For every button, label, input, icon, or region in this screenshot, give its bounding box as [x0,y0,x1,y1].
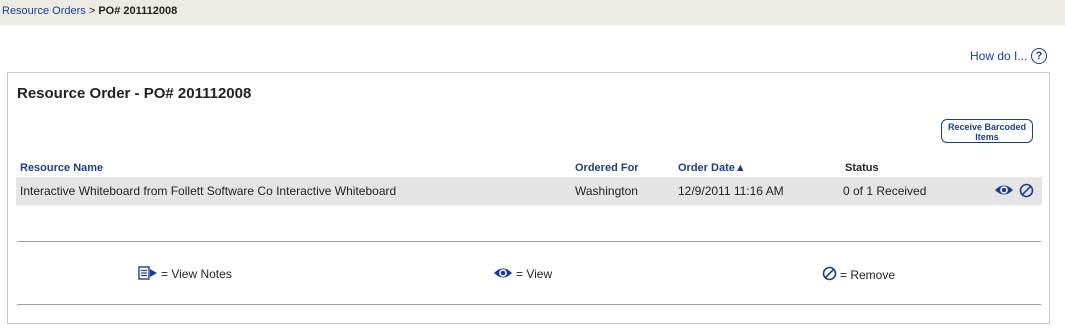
column-header-order-date[interactable]: Order Date▲ [678,162,746,174]
breadcrumb: Resource Orders > PO# 201112008 [2,5,177,17]
legend-view-notes-label: = View Notes [161,267,232,281]
cell-resource-name: Interactive Whiteboard from Follett Soft… [20,184,397,198]
order-date-header-label: Order Date [678,162,735,174]
legend-view-label: = View [516,267,553,281]
cell-status: 0 of 1 Received [843,184,927,198]
how-do-i-link[interactable]: How do I... [970,49,1027,63]
view-icon[interactable] [994,183,1014,202]
remove-icon [822,266,837,281]
receive-button-label-line1: Receive Barcoded [947,122,1027,132]
page-title: Resource Order - PO# 201112008 [17,85,252,102]
divider-top [17,241,1041,242]
sort-ascending-icon: ▲ [734,162,746,174]
breadcrumb-separator: > [88,5,96,17]
legend-remove-label: = Remove [840,268,896,282]
column-header-ordered-for[interactable]: Ordered For [575,162,639,174]
cell-ordered-for: Washington [575,184,638,198]
column-header-resource-name[interactable]: Resource Name [20,162,103,174]
legend-view-notes: = View Notes [138,266,232,281]
legend-view: = View [493,266,552,281]
breadcrumb-current: PO# 201112008 [98,5,178,17]
breadcrumb-resource-orders-link[interactable]: Resource Orders [2,5,86,17]
view-notes-icon [138,266,157,280]
receive-button-label-line2: Items [975,132,999,142]
receive-barcoded-items-button[interactable]: Receive Barcoded Items [941,119,1033,143]
column-header-status: Status [845,162,879,174]
divider-bottom [17,304,1041,305]
legend-remove: = Remove [822,266,895,282]
view-icon [494,268,512,278]
remove-icon[interactable] [1019,183,1034,203]
help-icon[interactable]: ? [1031,48,1047,64]
top-bar: Resource Orders > PO# 201112008 [0,0,1065,25]
cell-order-date: 12/9/2011 11:16 AM [678,184,784,198]
resource-order-panel: Resource Order - PO# 201112008 Receive B… [7,72,1050,324]
table-row: Interactive Whiteboard from Follett Soft… [16,177,1042,205]
